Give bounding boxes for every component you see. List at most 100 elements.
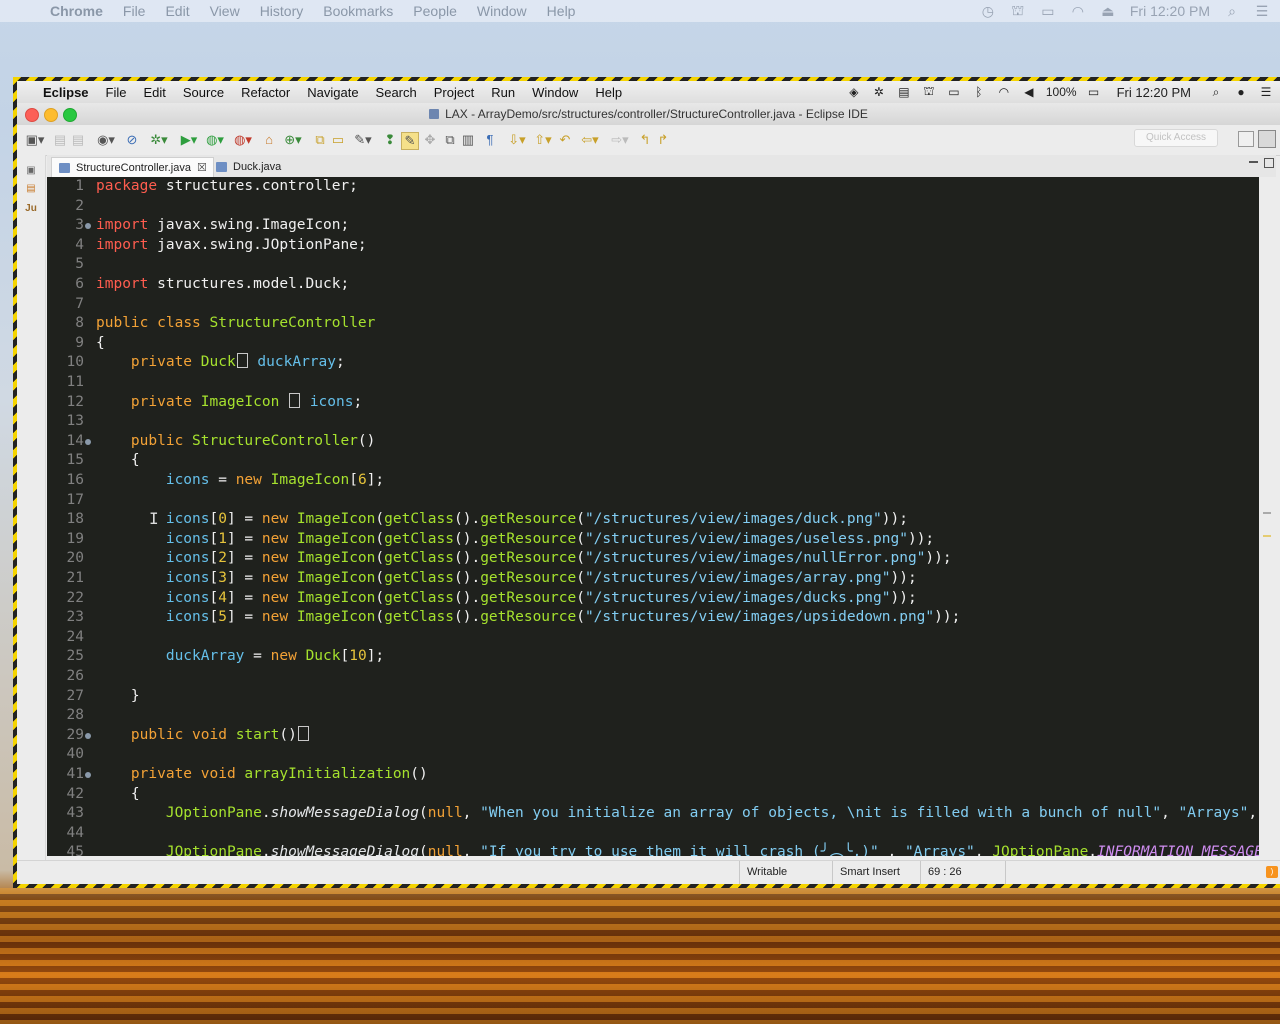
package-explorer-icon[interactable]: ▤ [25,183,37,195]
code-line[interactable]: 43 JOptionPane.showMessageDialog(null, "… [47,804,1259,824]
open-folder-icon[interactable]: ▭ [331,132,345,148]
menu-project[interactable]: Project [434,85,474,100]
sync-icon[interactable]: ↱ [655,132,671,148]
window-titlebar[interactable]: LAX - ArrayDemo/src/structures/controlle… [17,103,1280,125]
outer-menu-people[interactable]: People [413,3,457,19]
code-line[interactable]: 24 [47,628,1259,648]
close-tab-icon[interactable]: ☒ [197,162,207,174]
code-line[interactable]: 11 [47,373,1259,393]
drive-icon[interactable]: ▤ [896,85,912,99]
menu-search[interactable]: Search [376,85,417,100]
binoculars-icon[interactable]: ⛫ [921,84,937,100]
junit-icon[interactable]: Ju [25,203,37,215]
last-edit-location-icon[interactable]: ↶ [557,132,573,148]
code-line[interactable]: 1 package structures.controller; [47,177,1259,197]
annotation-icon[interactable]: ❢ [383,132,397,148]
wifi-icon[interactable]: ◠ [996,85,1012,99]
code-line[interactable]: 2 [47,197,1259,217]
binoculars-icon[interactable]: ⛫ [1010,2,1026,21]
save-icon[interactable]: ▤ [53,132,67,148]
wifi-icon[interactable]: ◠ [1070,3,1086,20]
code-line[interactable]: 42 { [47,785,1259,805]
menu-help[interactable]: Help [595,85,622,100]
status-insert-mode[interactable]: Smart Insert [832,861,928,884]
code-line[interactable]: 17 [47,491,1259,511]
battery-percent[interactable]: 100% [1046,85,1077,99]
tab-duck[interactable]: Duck.java [209,157,287,177]
code-line[interactable]: 9{ [47,334,1259,354]
menu-run[interactable]: Run [491,85,515,100]
open-type-icon[interactable]: ⧉ [313,132,327,148]
java-perspective-icon[interactable] [1258,130,1276,148]
airplay-icon[interactable]: ▭ [946,85,962,99]
code-line[interactable]: 28 [47,706,1259,726]
outer-menu-help[interactable]: Help [547,3,576,19]
menu-navigate[interactable]: Navigate [307,85,358,100]
menu-refactor[interactable]: Refactor [241,85,290,100]
menu-edit[interactable]: Edit [143,85,165,100]
debug-icon[interactable]: ✲▾ [147,132,171,148]
ruler-marker[interactable] [1263,512,1271,514]
ruler-warning-marker[interactable] [1263,535,1271,537]
fold-toggle-icon[interactable] [85,223,91,230]
show-whitespace-icon[interactable]: ¶ [483,132,497,148]
menu-source[interactable]: Source [183,85,224,100]
code-line[interactable]: 10 private Duck duckArray; [47,353,1259,373]
block-selection-icon[interactable]: ⧉ [443,132,457,148]
code-line[interactable]: 26 [47,667,1259,687]
previous-annotation-icon[interactable]: ⇧▾ [531,132,555,148]
back-icon[interactable]: ⇦▾ [577,132,603,148]
fold-toggle-icon[interactable] [85,772,91,778]
maximize-editor-icon[interactable] [1264,158,1274,168]
dropbox-icon[interactable]: ◈ [846,85,862,99]
code-line[interactable]: 3 import javax.swing.ImageIcon; [47,216,1259,236]
outer-clock[interactable]: Fri 12:20 PM [1130,3,1210,19]
restore-view-icon[interactable]: ▣ [25,165,37,177]
code-line[interactable]: 45 JOptionPane.showMessageDialog(null, "… [47,843,1259,856]
bluetooth-icon[interactable]: ᛒ [971,85,987,99]
forward-icon[interactable]: ⇨▾ [607,132,633,148]
code-line[interactable]: 21 icons[3] = new ImageIcon(getClass().g… [47,569,1259,589]
close-window-button[interactable] [25,108,39,122]
code-line[interactable]: 44 [47,824,1259,844]
external-tools-icon[interactable]: ◍▾ [231,132,255,148]
notification-center-icon[interactable]: ☰ [1258,85,1274,99]
code-line[interactable]: 41 private void arrayInitialization() [47,765,1259,785]
code-line[interactable]: 25 duckArray = new Duck[10]; [47,647,1259,667]
code-line[interactable]: 29 public void start() [47,725,1259,746]
inner-clock[interactable]: Fri 12:20 PM [1117,85,1191,100]
coverage-icon[interactable]: ◍▾ [203,132,227,148]
outer-app-name[interactable]: Chrome [50,3,103,19]
code-line[interactable]: 20 icons[2] = new ImageIcon(getClass().g… [47,549,1259,569]
code-line[interactable]: 22 icons[4] = new ImageIcon(getClass().g… [47,589,1259,609]
code-line[interactable]: 6 import structures.model.Duck; [47,275,1259,295]
search-icon[interactable]: ✎▾ [351,132,375,148]
menu-file[interactable]: File [106,85,127,100]
airplay-icon[interactable]: ▭ [1040,3,1056,20]
code-line[interactable]: 16 icons = new ImageIcon[6]; [47,471,1259,491]
toggle-mark-occurrences-icon[interactable]: ✎ [401,132,419,150]
spotlight-search-icon[interactable]: ⌕ [1208,85,1224,100]
fold-toggle-icon[interactable] [85,732,91,739]
volume-icon[interactable]: ◀ [1021,85,1037,99]
maximize-window-button[interactable] [63,108,77,122]
quick-access-input[interactable]: Quick Access [1134,129,1218,147]
open-perspective-icon[interactable] [1238,131,1254,147]
battery-icon[interactable]: ▭ [1086,85,1102,99]
new-class-icon[interactable]: ⊕▾ [281,132,305,148]
notification-center-icon[interactable]: ☰ [1254,3,1270,20]
fold-toggle-icon[interactable] [85,438,91,445]
settings-wheel-icon[interactable]: ✲ [871,85,887,99]
toggle-breadcrumb-icon[interactable]: ▥ [461,132,475,148]
eject-icon[interactable]: ⏏ [1100,3,1116,20]
siri-icon[interactable]: ● [1233,85,1249,99]
menu-eclipse[interactable]: Eclipse [43,85,89,100]
minimize-editor-icon[interactable] [1249,161,1258,163]
code-line[interactable]: 12 private ImageIcon icons; [47,392,1259,413]
save-all-icon[interactable]: ▤ [71,132,85,148]
code-line[interactable]: 40 [47,745,1259,765]
code-line[interactable]: 23 icons[5] = new ImageIcon(getClass().g… [47,608,1259,628]
code-line[interactable]: 4 import javax.swing.JOptionPane; [47,236,1259,256]
code-line[interactable]: 27 } [47,687,1259,707]
outer-menu-edit[interactable]: Edit [165,3,189,19]
